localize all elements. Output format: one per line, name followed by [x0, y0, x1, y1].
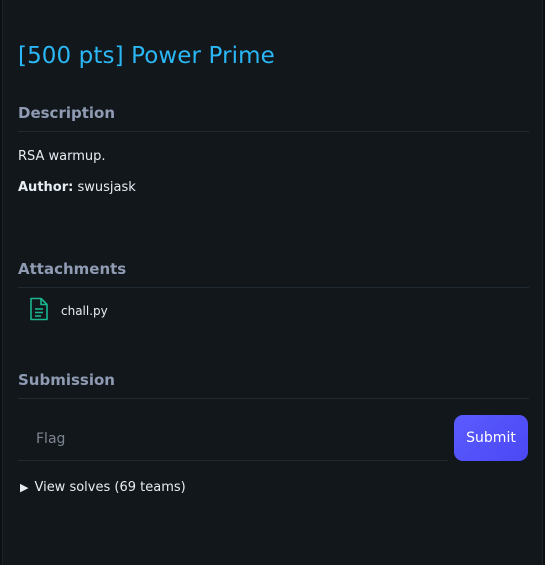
- section-title-attachments: Attachments: [18, 260, 127, 278]
- challenge-title: [500 pts] Power Prime: [18, 43, 275, 69]
- section-title-description: Description: [18, 104, 116, 122]
- flag-input[interactable]: [18, 417, 448, 461]
- attachment-name[interactable]: chall.py: [61, 304, 108, 318]
- challenge-description: RSA warmup.: [18, 149, 106, 164]
- file-document-icon: [29, 297, 49, 325]
- view-solves-toggle[interactable]: ▶ View solves (69 teams): [20, 480, 186, 495]
- challenge-panel: [500 pts] Power Prime Description RSA wa…: [2, 0, 543, 565]
- author-label: Author:: [18, 180, 74, 195]
- divider-description: [18, 131, 529, 132]
- divider-attachments: [18, 287, 529, 288]
- section-title-submission: Submission: [18, 371, 115, 389]
- triangle-right-icon: ▶: [20, 481, 29, 494]
- author-name: swusjask: [77, 180, 136, 195]
- submit-button[interactable]: Submit: [454, 415, 528, 461]
- attachment-item[interactable]: chall.py: [29, 297, 108, 325]
- view-solves-label: View solves (69 teams): [34, 480, 186, 495]
- challenge-author: Author: swusjask: [18, 180, 136, 195]
- divider-submission: [18, 398, 529, 399]
